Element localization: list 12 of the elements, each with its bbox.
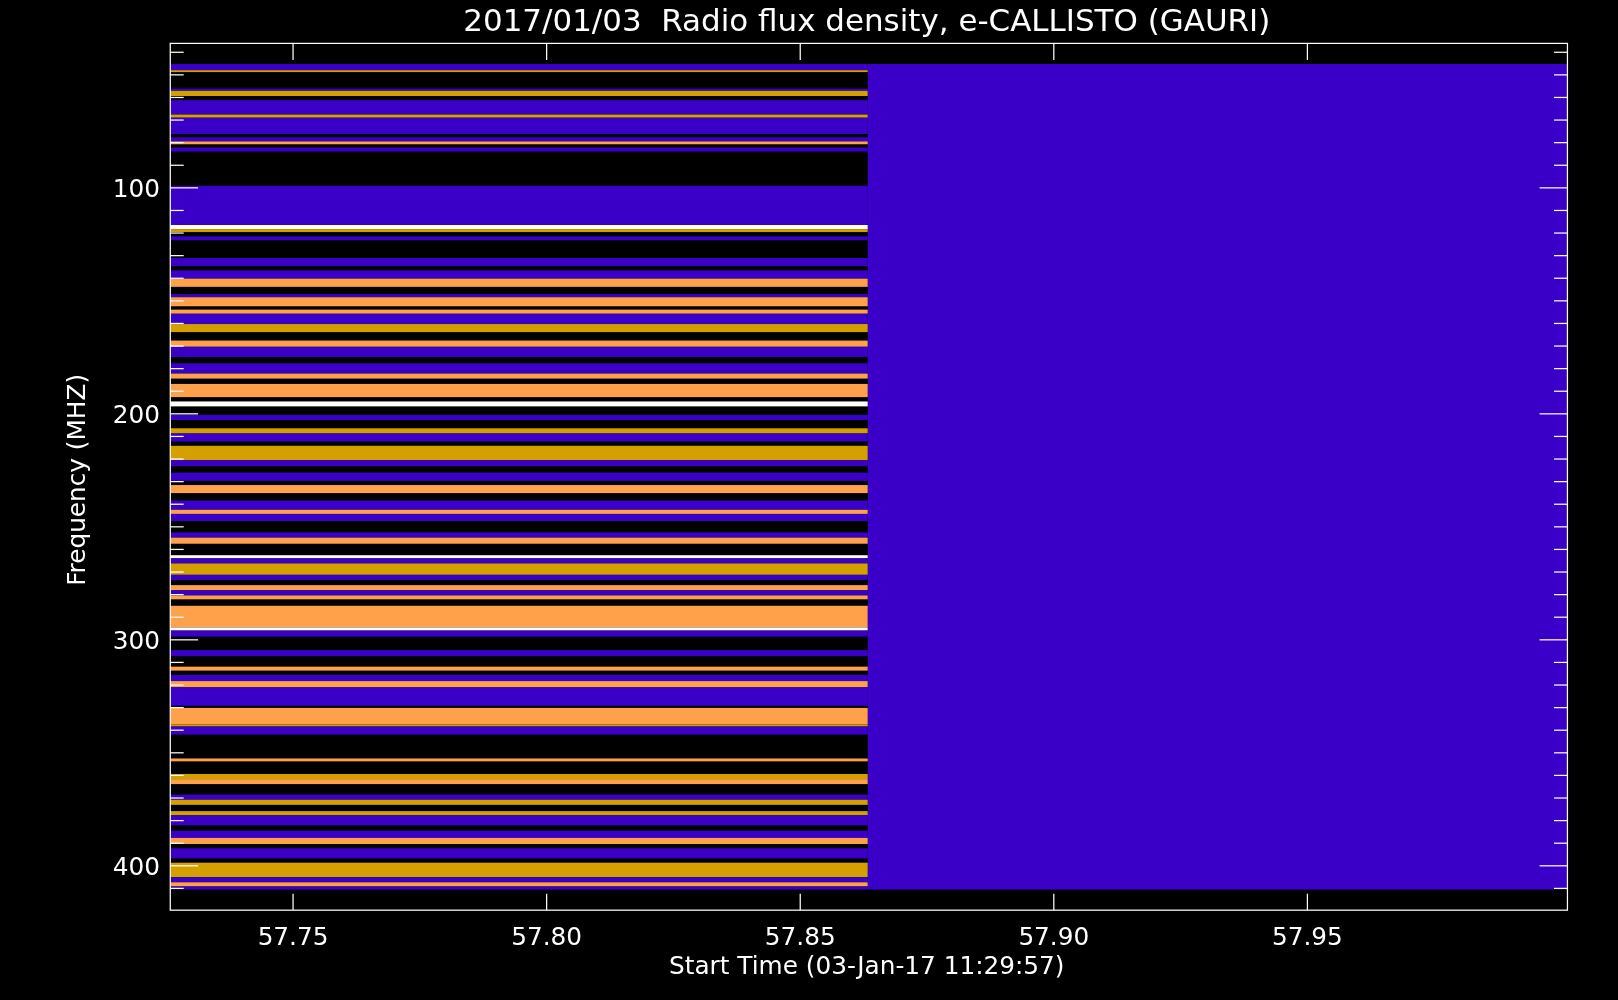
- tick-label: 200: [112, 400, 160, 430]
- tick-label: 57.75: [257, 922, 329, 952]
- tick-label: 57.85: [764, 922, 836, 952]
- x-axis-label: Start Time (03-Jan-17 11:29:57): [669, 951, 1065, 981]
- tick-label: 100: [112, 174, 160, 204]
- tick-label: 57.95: [1271, 922, 1343, 952]
- tick-label: 300: [112, 626, 160, 656]
- tick-label: 400: [112, 852, 160, 882]
- chart-title: 2017/01/03 Radio flux density, e-CALLISTO (GAURI): [463, 2, 1271, 38]
- y-axis-label: Frequency (MHZ): [61, 373, 91, 586]
- tick-label: 57.90: [1018, 922, 1090, 952]
- tick-label: 57.80: [511, 922, 583, 952]
